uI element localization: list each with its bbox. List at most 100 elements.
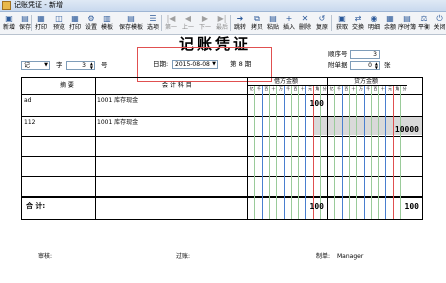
toolbar-button-preview[interactable]: ◫ 预览	[51, 13, 67, 33]
template-icon: ▥	[103, 14, 111, 23]
insert-icon: +	[285, 14, 293, 23]
row-divider	[22, 136, 422, 137]
toolbar-button-label: 模板	[100, 24, 113, 31]
toolbar-button-fetch[interactable]: ▣ 获取	[334, 13, 350, 33]
row-account[interactable]: 1001 库存现金	[97, 119, 138, 127]
toolbar-button-jump[interactable]: ➜ 跳转	[232, 13, 248, 33]
toolbar-button-swap[interactable]: ⇄ 交换	[350, 13, 366, 33]
toolbar-button-label: 删除	[298, 24, 311, 31]
toolbar-button-prev[interactable]: ◀ 上一	[180, 13, 196, 33]
toolbar-button-detail[interactable]: ◉ 明细	[366, 13, 382, 33]
last-icon: ▶|	[217, 14, 227, 23]
voucher-type-select[interactable]: 记 ▼	[21, 61, 50, 70]
toolbar-button-label: 明细	[367, 24, 380, 31]
voucher-number-spinner[interactable]: 3 ▲ ▼	[66, 61, 95, 70]
toolbar-button-delete[interactable]: ✕ 删除	[297, 13, 313, 33]
options-icon: ☰	[149, 14, 157, 23]
toolbar-button-balance[interactable]: ▦ 余额	[382, 13, 398, 33]
toolbar-button-label: 插入	[282, 24, 295, 31]
voucher-type-value: 记	[24, 62, 31, 69]
toolbar-button-label: 下一	[198, 24, 211, 31]
row-divider	[22, 176, 422, 177]
toolbar-button-first[interactable]: |◀ 第一	[163, 13, 179, 33]
toolbar-button-next[interactable]: ▶ 下一	[197, 13, 213, 33]
toolbar-button-label: 粘贴	[266, 24, 279, 31]
toolbar-button-last[interactable]: ▶| 最后	[214, 13, 230, 33]
toolbar-button-options[interactable]: ☰ 选项	[145, 13, 161, 33]
toolbar-separator	[161, 15, 162, 31]
digit-divider	[356, 86, 358, 219]
new-icon: ▣	[5, 14, 13, 23]
toolbar-button-close[interactable]: ⏻ 关闭	[433, 13, 446, 33]
row-summary[interactable]: ad	[24, 97, 32, 105]
digit-divider	[400, 86, 401, 219]
header-account: 会 计 科 目	[162, 82, 192, 89]
toolbar-button-print[interactable]: ▦ 打印	[33, 13, 49, 33]
row-debit-amount: 100	[309, 99, 324, 108]
row-divider	[22, 116, 422, 117]
toolbar-button-restore[interactable]: ↺ 复原	[314, 13, 330, 33]
date-picker[interactable]: 2015-08-08 ▼	[172, 60, 218, 69]
toolbar-button-label: 上一	[181, 24, 194, 31]
zhang-label: 张	[384, 61, 391, 69]
toolbar-button-balance-check[interactable]: ⚖ 平衡	[416, 13, 432, 33]
toolbar-button-print2[interactable]: ▦ 打印	[67, 13, 83, 33]
row-summary[interactable]: 112	[24, 119, 35, 127]
digit-divider	[392, 86, 394, 219]
row-divider	[22, 156, 422, 157]
toolbar-button-save-template[interactable]: ▤ 保存模板	[117, 13, 145, 33]
jump-icon: ➜	[236, 14, 244, 23]
period-label: 第 8 期	[230, 60, 252, 68]
digit-divider	[334, 86, 336, 219]
toolbar-button-label: 平衡	[417, 24, 430, 31]
toolbar-separator	[230, 15, 231, 31]
toolbar-button-new[interactable]: ▣ 新增	[1, 13, 17, 33]
row-account[interactable]: 1001 库存现金	[97, 97, 138, 105]
toolbar-button-label: 交换	[351, 24, 364, 31]
toolbar-button-copy[interactable]: ⧉ 拷贝	[249, 13, 265, 33]
toolbar-button-template[interactable]: ▥ 模板	[99, 13, 115, 33]
toolbar-button-insert[interactable]: + 插入	[281, 13, 297, 33]
toolbar-button-journal[interactable]: ▤ 序时簿	[398, 13, 416, 33]
maker-value: Manager	[337, 253, 364, 260]
toolbar-button-label: 保存	[18, 24, 31, 31]
toolbar: ▣ 新增 ▤ 保存 ▦ 打印 ◫ 预览 ▦ 打印 ⚙ 设置 ▥ 模板 ▤ 保存模板 ☰ 选项 |◀ 第一 ◀ 上一 ▶ 下一 ▶…	[0, 12, 446, 35]
toolbar-button-label: 复原	[315, 24, 328, 31]
hao-label: 号	[101, 61, 108, 69]
toolbar-button-paste[interactable]: ▤ 粘贴	[265, 13, 281, 33]
paste-icon: ▤	[269, 14, 277, 23]
seq-value: 3	[373, 51, 377, 58]
auditor-label: 审核:	[38, 253, 53, 260]
prev-icon: ◀	[184, 14, 192, 23]
voucher-grid: 摘 要 会 计 科 目 借方金额 贷方金额 亿千百十万千百十元角分 亿千百十万千…	[21, 77, 423, 220]
digit-divider	[363, 86, 365, 219]
window-title: 记账凭证 - 新增	[14, 1, 63, 9]
chevron-down-icon: ▼	[212, 61, 216, 67]
title-bar: 记账凭证 - 新增	[0, 0, 446, 12]
fetch-icon: ▣	[338, 14, 346, 23]
toolbar-button-save[interactable]: ▤ 保存	[17, 13, 33, 33]
close-icon: ⏻	[436, 14, 443, 23]
voucher-number-value: 3	[82, 62, 86, 69]
toolbar-button-label: 打印	[34, 24, 47, 31]
seq-input[interactable]: 3	[350, 50, 380, 59]
digit-divider	[378, 86, 380, 219]
toolbar-button-settings[interactable]: ⚙ 设置	[83, 13, 99, 33]
restore-icon: ↺	[318, 14, 326, 23]
balance-icon: ▦	[386, 14, 394, 23]
preview-icon: ◫	[55, 14, 63, 23]
maker-label: 制单:	[316, 253, 331, 260]
column-divider	[95, 78, 96, 219]
toolbar-button-label: 最后	[215, 24, 228, 31]
attach-spinner[interactable]: 0 ▲ ▼	[350, 61, 380, 70]
date-value: 2015-08-08	[175, 61, 210, 68]
toolbar-button-label: 获取	[335, 24, 348, 31]
toolbar-button-label: 拷贝	[250, 24, 263, 31]
first-icon: |◀	[166, 14, 176, 23]
next-icon: ▶	[201, 14, 209, 23]
header-summary: 摘 要	[60, 82, 74, 89]
journal-icon: ▤	[403, 14, 411, 23]
detail-icon: ◉	[370, 14, 378, 23]
save-icon: ▤	[21, 14, 29, 23]
digit-divider	[385, 86, 387, 219]
